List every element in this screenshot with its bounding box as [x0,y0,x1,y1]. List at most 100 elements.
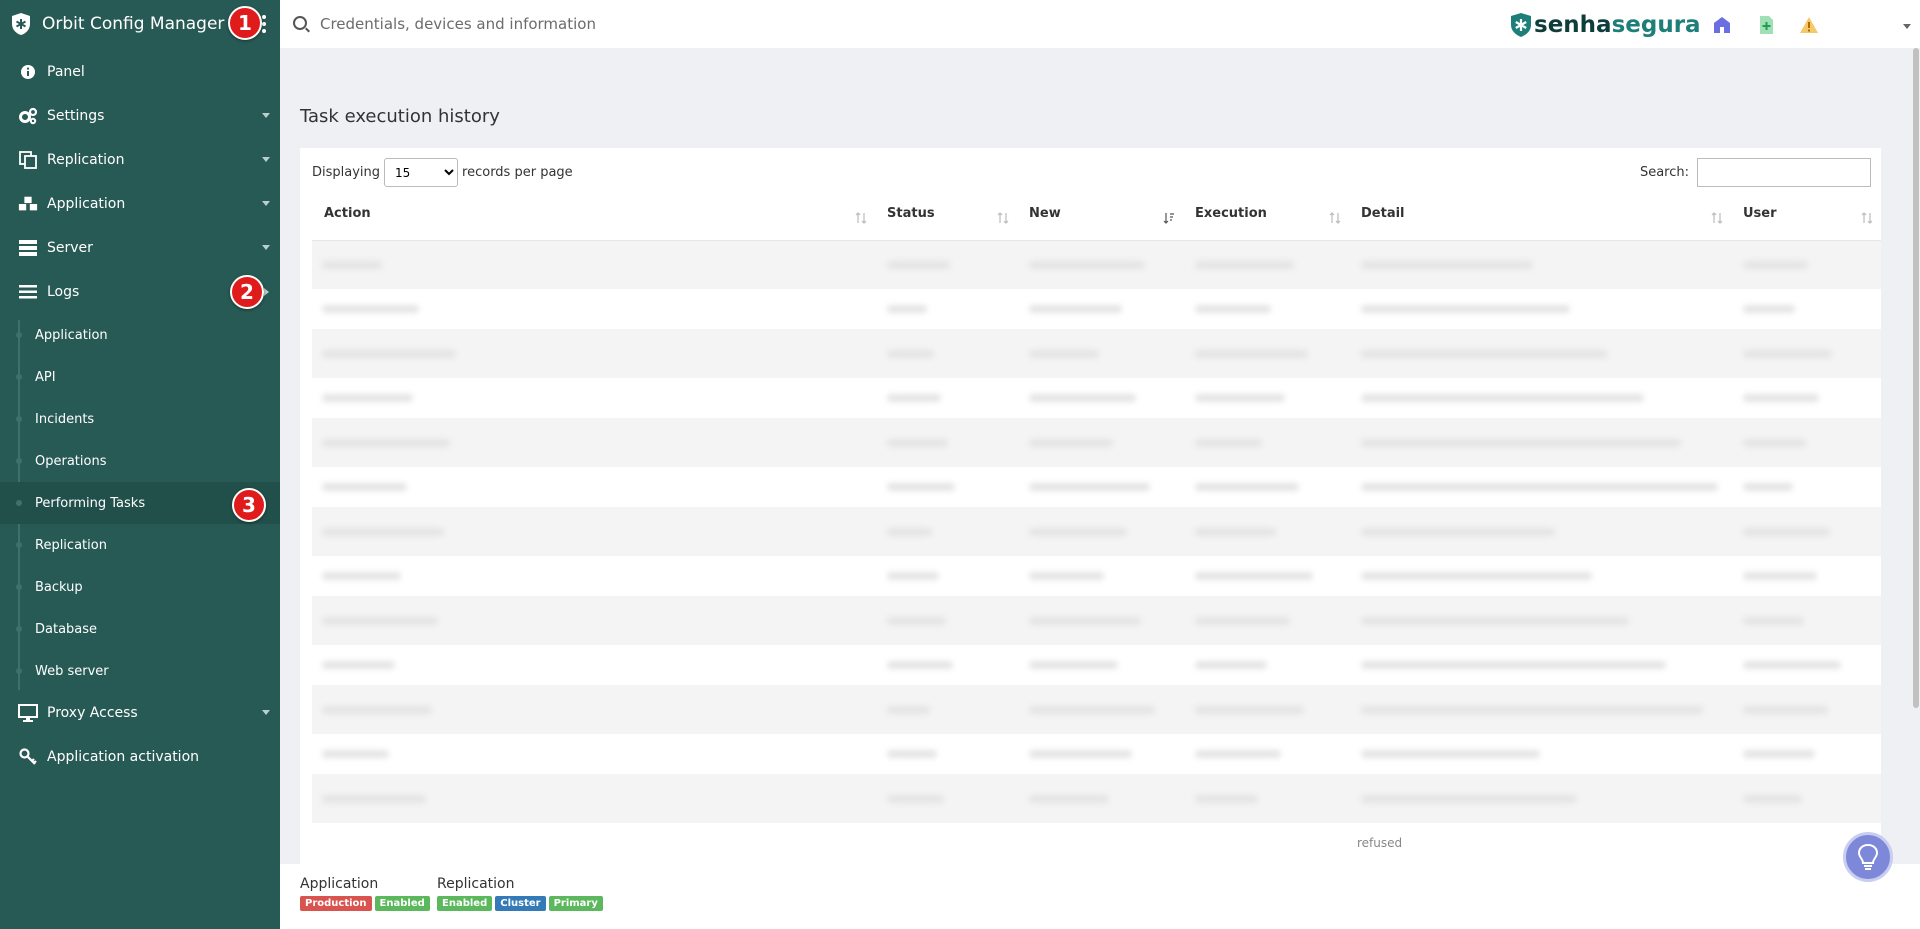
table-cell [1183,378,1349,418]
sidebar-subitem-label: Web server [35,663,109,679]
table-row[interactable] [312,329,1881,378]
redacted-text [1195,527,1276,536]
scrollbar-thumb[interactable] [1913,48,1919,708]
table-search-input[interactable] [1697,158,1871,187]
sidebar-subitem-database[interactable]: Database [0,608,280,650]
table-row[interactable] [312,734,1881,774]
status-badge-enabled: Enabled [374,896,430,911]
redacted-text [887,661,953,669]
sidebar-item-application-activation[interactable]: Application activation [0,735,280,779]
sort-icon [997,212,1009,224]
table-header-row: Action Status New Execution Detail User [312,196,1881,241]
page-length-control: Displaying 15 records per page [312,158,573,187]
table-cell [1731,507,1881,556]
user-menu-chevron-icon[interactable] [1903,24,1911,29]
sidebar-subitem-incidents[interactable]: Incidents [0,398,280,440]
records-per-page-select[interactable]: 15 [384,158,459,187]
table-cell [1183,596,1349,645]
redacted-text [1743,483,1793,491]
redacted-text [322,572,401,580]
chevron-down-icon [262,113,270,118]
table-cell [1349,774,1731,823]
sidebar-subitem-web-server[interactable]: Web server [0,650,280,692]
sidebar-subitem-operations[interactable]: Operations [0,440,280,482]
table-cell [875,556,1017,596]
table-row[interactable] [312,556,1881,596]
sidebar-item-label: Application [47,196,126,212]
sidebar-subitem-label: Database [35,621,98,637]
redacted-text [1195,349,1308,358]
redacted-text [1195,616,1290,625]
sidebar-item-settings[interactable]: Settings [0,94,280,138]
sidebar-item-server[interactable]: Server [0,226,280,270]
redacted-text [1361,572,1592,580]
table-cell [1017,329,1183,378]
redacted-text [1029,661,1118,669]
sidebar-subitem-replication[interactable]: Replication [0,524,280,566]
table-row[interactable] [312,467,1881,507]
redacted-text [322,394,413,402]
cubes-icon [18,194,38,214]
search-label: Search: [1639,165,1689,180]
table-row[interactable] [312,240,1881,289]
redacted-text [322,750,389,758]
table-cell [1183,556,1349,596]
redacted-text [887,705,930,714]
sidebar-item-application[interactable]: Application [0,182,280,226]
table-cell [875,596,1017,645]
redacted-text [1743,616,1804,625]
home-icon[interactable] [1712,15,1732,35]
table-cell [1349,507,1731,556]
redacted-text [1743,705,1828,714]
column-header-action[interactable]: Action [312,196,875,241]
add-document-icon[interactable] [1756,15,1776,35]
table-row[interactable] [312,418,1881,467]
table-cell [1731,240,1881,289]
table-cell [1731,418,1881,467]
redacted-text [887,483,955,491]
sort-desc-icon [1163,213,1174,224]
table-cell [312,685,875,734]
table-row[interactable] [312,645,1881,685]
sidebar-subitem-backup[interactable]: Backup [0,566,280,608]
redacted-text [1743,349,1832,358]
table-row[interactable] [312,774,1881,823]
sidebar-item-replication[interactable]: Replication [0,138,280,182]
table-cell [312,645,875,685]
sidebar-item-proxy-access[interactable]: Proxy Access [0,691,280,735]
redacted-text [1743,394,1819,402]
table-cell [1183,418,1349,467]
table-cell [312,378,875,418]
detail-overflow-text: refused [1357,836,1403,850]
sidebar-subitem-application[interactable]: Application [0,314,280,356]
table-row[interactable] [312,685,1881,734]
table-row[interactable] [312,507,1881,556]
table-row[interactable] [312,596,1881,645]
table-cell [875,378,1017,418]
monitor-icon [18,703,38,723]
sidebar-item-panel[interactable]: Panel [0,50,280,94]
sidebar-subitem-api[interactable]: API [0,356,280,398]
table-cell [1349,240,1731,289]
warning-icon[interactable] [1799,15,1819,35]
table-cell [1349,685,1731,734]
footer-group-application: Application Production Enabled [300,876,430,911]
table-row[interactable] [312,378,1881,418]
column-header-execution[interactable]: Execution [1183,196,1349,241]
column-header-new[interactable]: New [1017,196,1183,241]
more-options-icon[interactable] [262,15,266,33]
table-cell [1017,289,1183,329]
help-button[interactable] [1843,832,1893,882]
sidebar-subitem-label: Operations [35,453,107,469]
global-search-input[interactable] [320,12,820,36]
table-cell [312,556,875,596]
page-scrollbar[interactable] [1912,48,1920,708]
table-cell [312,774,875,823]
table-cell [1731,329,1881,378]
column-header-user[interactable]: User [1731,196,1881,241]
table-row[interactable] [312,289,1881,329]
list-icon [18,282,38,302]
annotation-marker-2: 2 [230,275,264,309]
column-header-status[interactable]: Status [875,196,1017,241]
column-header-detail[interactable]: Detail [1349,196,1731,241]
